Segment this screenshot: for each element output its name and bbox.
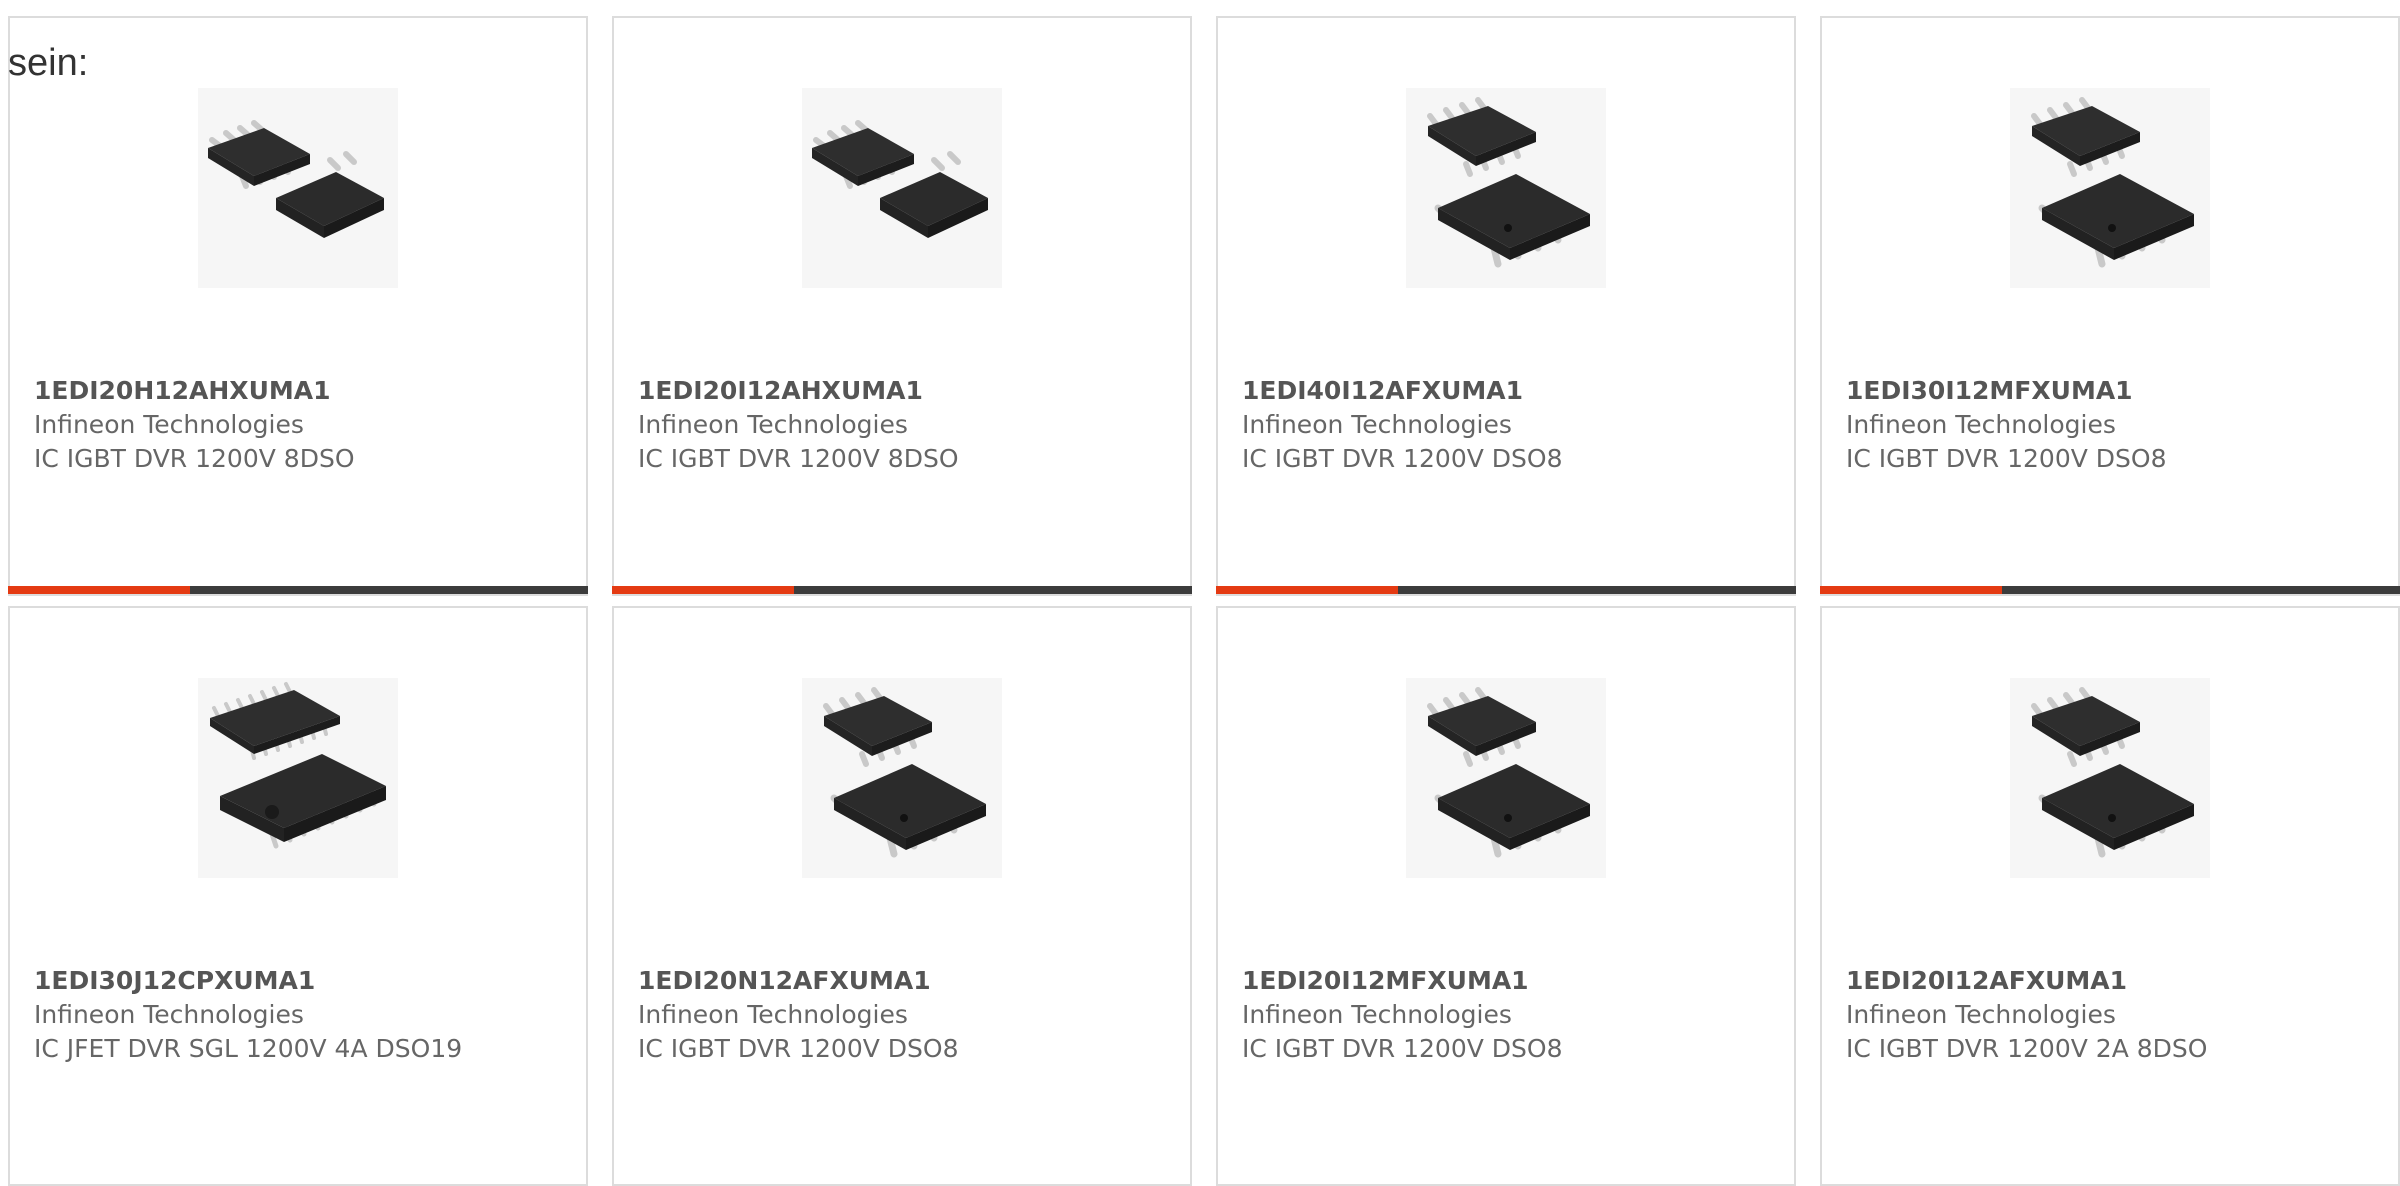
- description: IC IGBT DVR 1200V DSO8: [638, 1034, 959, 1063]
- card-bar-accent: [612, 586, 794, 594]
- manufacturer: Infineon Technologies: [638, 410, 908, 439]
- product-card-3[interactable]: 1EDI40I12AFXUMA1 Infineon Technologies I…: [1216, 16, 1796, 596]
- part-number[interactable]: 1EDI20I12MFXUMA1: [1242, 964, 1774, 998]
- card-bar: [612, 586, 1192, 594]
- description: IC IGBT DVR 1200V DSO8: [1242, 444, 1563, 473]
- soic-8-stacked-icon: [2010, 678, 2210, 878]
- product-card-2[interactable]: 1EDI20I12AHXUMA1 Infineon Technologies I…: [612, 16, 1192, 596]
- soic-8-stacked-icon: [802, 678, 1002, 878]
- manufacturer: Infineon Technologies: [638, 1000, 908, 1029]
- product-card-4[interactable]: 1EDI30I12MFXUMA1 Infineon Technologies I…: [1820, 16, 2400, 596]
- card-bar: [8, 586, 588, 594]
- product-card-7[interactable]: 1EDI20I12MFXUMA1 Infineon Technologies I…: [1216, 606, 1796, 1186]
- soic-8-pair-icon: [198, 88, 398, 288]
- manufacturer: Infineon Technologies: [34, 410, 304, 439]
- card-bar-accent: [1216, 586, 1398, 594]
- soic-8-stacked-icon: [1406, 88, 1606, 288]
- part-number[interactable]: 1EDI30J12CPXUMA1: [34, 964, 566, 998]
- product-card-5[interactable]: 1EDI30J12CPXUMA1 Infineon Technologies I…: [8, 606, 588, 1186]
- card-bar-accent: [1820, 586, 2002, 594]
- description: IC IGBT DVR 1200V 8DSO: [34, 444, 355, 473]
- dso-19-stacked-icon: [198, 678, 398, 878]
- manufacturer: Infineon Technologies: [1846, 410, 2116, 439]
- soic-8-stacked-icon: [2010, 88, 2210, 288]
- product-card-1[interactable]: 1EDI20H12AHXUMA1 Infineon Technologies I…: [8, 16, 588, 596]
- card-bar: [1820, 586, 2400, 594]
- part-number[interactable]: 1EDI20I12AHXUMA1: [638, 374, 1170, 408]
- product-card-8[interactable]: 1EDI20I12AFXUMA1 Infineon Technologies I…: [1820, 606, 2400, 1186]
- soic-8-stacked-icon: [1406, 678, 1606, 878]
- description: IC IGBT DVR 1200V 8DSO: [638, 444, 959, 473]
- soic-8-pair-icon: [802, 88, 1002, 288]
- intro-text: sein:: [8, 42, 89, 84]
- description: IC JFET DVR SGL 1200V 4A DSO19: [34, 1034, 463, 1063]
- manufacturer: Infineon Technologies: [34, 1000, 304, 1029]
- part-number[interactable]: 1EDI20N12AFXUMA1: [638, 964, 1170, 998]
- description: IC IGBT DVR 1200V 2A 8DSO: [1846, 1034, 2208, 1063]
- card-bar-accent: [8, 586, 190, 594]
- manufacturer: Infineon Technologies: [1242, 1000, 1512, 1029]
- product-card-6[interactable]: 1EDI20N12AFXUMA1 Infineon Technologies I…: [612, 606, 1192, 1186]
- part-number[interactable]: 1EDI30I12MFXUMA1: [1846, 374, 2378, 408]
- manufacturer: Infineon Technologies: [1242, 410, 1512, 439]
- description: IC IGBT DVR 1200V DSO8: [1846, 444, 2167, 473]
- manufacturer: Infineon Technologies: [1846, 1000, 2116, 1029]
- part-number[interactable]: 1EDI20H12AHXUMA1: [34, 374, 566, 408]
- card-bar: [1216, 586, 1796, 594]
- description: IC IGBT DVR 1200V DSO8: [1242, 1034, 1563, 1063]
- part-number[interactable]: 1EDI40I12AFXUMA1: [1242, 374, 1774, 408]
- part-number[interactable]: 1EDI20I12AFXUMA1: [1846, 964, 2378, 998]
